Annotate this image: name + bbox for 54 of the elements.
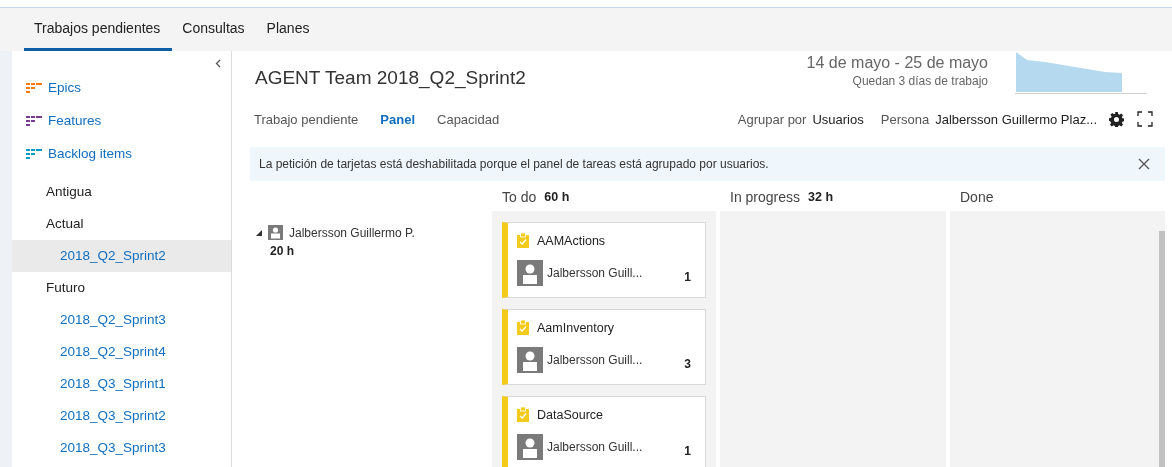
view-tab[interactable]: Capacidad: [437, 111, 500, 127]
task-icon: [517, 233, 529, 248]
date-range: 14 de mayo - 25 de mayo: [806, 54, 988, 72]
sprint-group-label: Futuro: [45, 279, 87, 297]
column-header: Done: [959, 188, 995, 207]
collapse-icon[interactable]: [215, 59, 221, 68]
backlog-level-link[interactable]: Epics: [12, 71, 231, 104]
remaining-work[interactable]: 3: [684, 357, 691, 371]
sprint-link[interactable]: 2018_Q2_Sprint2: [12, 240, 231, 272]
avatar-icon: [268, 225, 283, 240]
sprint-group-label: Antigua: [45, 183, 93, 201]
sprint-link[interactable]: 2018_Q3_Sprint1: [12, 368, 231, 400]
sprint-group-label: Actual: [45, 215, 85, 233]
sprint-link[interactable]: 2018_Q2_Sprint4: [12, 336, 231, 368]
group-by-dropdown[interactable]: Usuarios: [812, 111, 864, 127]
fullscreen-icon[interactable]: [1137, 111, 1153, 127]
backlog-level-link[interactable]: Features: [12, 104, 231, 137]
task-icon: [517, 320, 529, 335]
avatar-icon: [517, 434, 543, 460]
sprint-link[interactable]: 2018_Q3_Sprint3: [12, 432, 231, 464]
backlog-level-link[interactable]: Backlog items: [12, 137, 231, 170]
card-title[interactable]: AamInventory: [537, 320, 615, 335]
card-assignee[interactable]: Jalbersson Guill...: [547, 266, 643, 280]
close-icon[interactable]: [1138, 158, 1150, 170]
card-assignee[interactable]: Jalbersson Guill...: [547, 440, 643, 454]
info-message: La petición de tarjetas está deshabilitada porque el panel de tareas está agrupado por usuarios.: [259, 157, 769, 171]
view-tab[interactable]: Trabajo pendiente: [254, 111, 359, 127]
sprint-link[interactable]: 2018_Q3_Sprint2: [12, 400, 231, 432]
column-header: In progress 32 h: [729, 188, 835, 207]
person-dropdown[interactable]: Jalbersson Guillermo Plaz...: [935, 111, 1097, 127]
tab[interactable]: Planes: [256, 8, 322, 51]
days-remaining: Quedan 3 días de trabajo: [851, 74, 988, 88]
task-card[interactable]: AamInventory Jalbersson Guill... 3: [502, 309, 706, 385]
sprint-link[interactable]: 2018_Q2_Sprint3: [12, 304, 231, 336]
swimlane-name: Jalbersson Guillermo P.: [289, 225, 415, 240]
collapse-triangle-icon[interactable]: [256, 229, 262, 236]
person-label: Persona: [880, 111, 930, 127]
card-title[interactable]: AAMActions: [537, 233, 606, 248]
remaining-work[interactable]: 1: [684, 444, 691, 458]
task-card[interactable]: AAMActions Jalbersson Guill... 1: [502, 222, 706, 298]
swimlane-hours: 20 h: [270, 244, 295, 258]
task-icon: [517, 407, 529, 422]
column-header: To do 60 h: [501, 188, 571, 207]
task-card[interactable]: DataSource Jalbersson Guill... 1: [502, 396, 706, 467]
view-tab[interactable]: Panel: [380, 111, 415, 127]
avatar-icon: [517, 260, 543, 286]
settings-icon[interactable]: [1109, 111, 1124, 127]
card-assignee[interactable]: Jalbersson Guill...: [547, 353, 643, 367]
card-title[interactable]: DataSource: [537, 407, 603, 422]
avatar-icon: [517, 347, 543, 373]
group-by-label: Agrupar por: [737, 111, 807, 127]
remaining-work[interactable]: 1: [684, 270, 691, 284]
tab[interactable]: Consultas: [172, 8, 257, 51]
sprint-title: AGENT Team 2018_Q2_Sprint2: [255, 67, 527, 89]
